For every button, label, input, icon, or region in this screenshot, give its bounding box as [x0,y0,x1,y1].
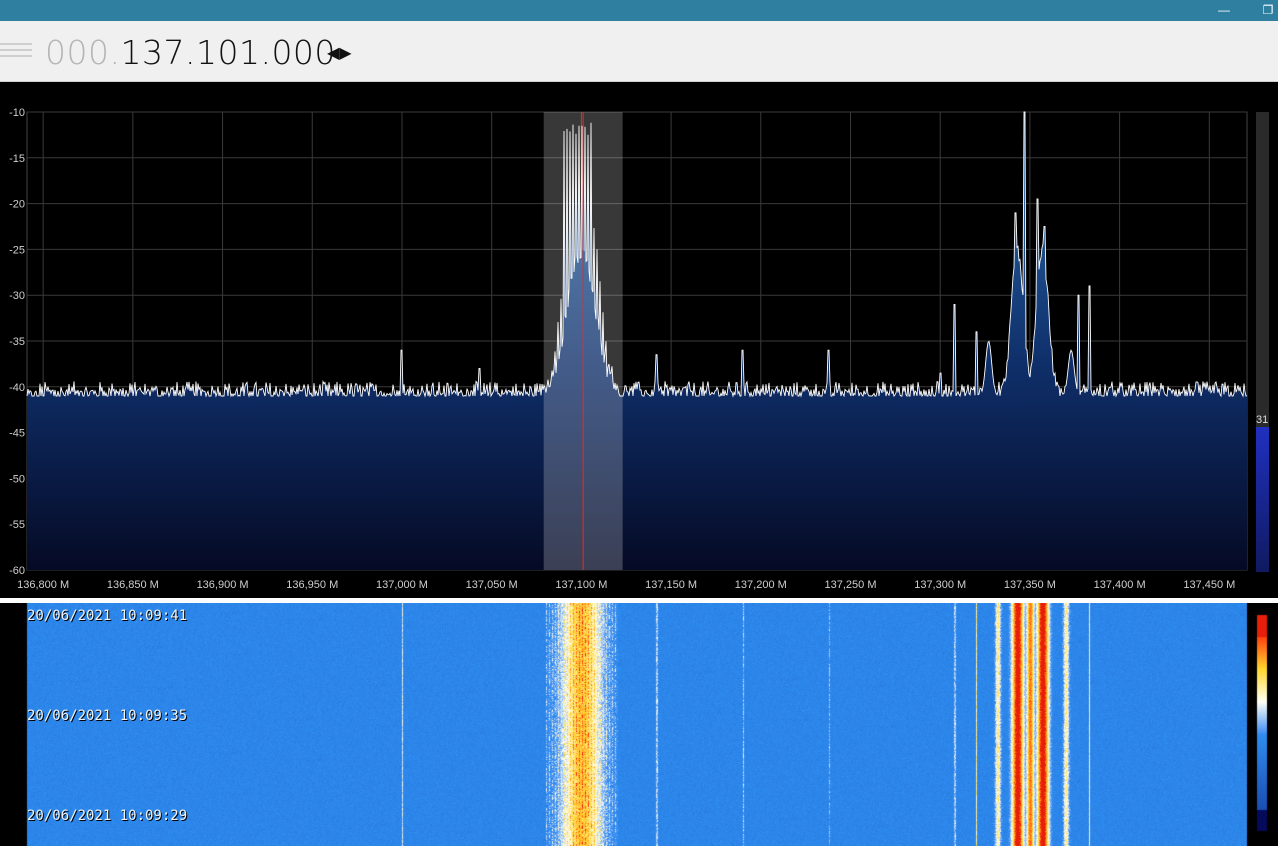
x-tick-label: 137,300 M [914,579,966,591]
x-tick-label: 137,100 M [555,579,607,591]
x-tick-label: 137,350 M [1004,579,1056,591]
y-tick-label: -10 [9,107,25,119]
y-tick-label: -25 [9,244,25,256]
x-tick-label: 137,250 M [825,579,877,591]
waterfall-timestamp: 20/06/2021 10:09:41 [27,608,188,624]
y-tick-label: -15 [9,153,25,165]
x-tick-label: 137,400 M [1094,579,1146,591]
frequency-display[interactable]: 000.137.101.000 [45,33,336,72]
y-tick-label: -40 [9,382,25,394]
x-tick-label: 136,950 M [286,579,338,591]
y-tick-label: -50 [9,473,25,485]
y-tick-label: -20 [9,199,25,211]
y-tick-label: -35 [9,336,25,348]
y-tick-label: -55 [9,519,25,531]
frequency-value: 137.101.000 [120,33,336,72]
waterfall-timestamp: 20/06/2021 10:09:35 [27,708,188,724]
x-tick-label: 137,200 M [735,579,787,591]
x-tick-label: 136,900 M [197,579,249,591]
drag-grip-icon[interactable] [0,40,32,62]
frequency-prefix: 000. [45,33,121,72]
title-bar: — ❐ [0,0,1278,21]
y-tick-label: -60 [9,565,25,577]
restore-icon[interactable]: ❐ [1259,2,1277,18]
left-right-arrows-icon[interactable]: ◀▶ [327,45,352,63]
x-tick-label: 137,450 M [1183,579,1235,591]
spectrum-trace [26,111,1248,398]
level-meter-value: 31 [1256,414,1268,426]
y-tick-label: -45 [9,428,25,440]
y-tick-label: -30 [9,290,25,302]
x-axis-labels: 136,800 M 136,850 M 136,900 M 136,950 M 137,… [17,579,1235,591]
x-tick-label: 136,850 M [107,579,159,591]
x-tick-label: 136,800 M [17,579,69,591]
waterfall-timestamp: 20/06/2021 10:09:29 [27,808,188,824]
waterfall-display[interactable] [0,603,1278,846]
x-tick-label: 137,000 M [376,579,428,591]
x-tick-label: 137,150 M [645,579,697,591]
y-axis-labels: -10 -15 -20 -25 -30 -35 -40 -45 -50 -55 -60 [9,107,25,577]
x-tick-label: 137,050 M [466,579,518,591]
spectrum-panel[interactable]: -10 -15 -20 -25 -30 -35 -40 -45 -50 -55 -60 136,80… [0,82,1278,598]
level-meter-bar[interactable] [1256,427,1269,572]
frequency-bar: 000.137.101.000 ◀▶ [0,21,1278,82]
minimize-icon[interactable]: — [1215,2,1233,18]
